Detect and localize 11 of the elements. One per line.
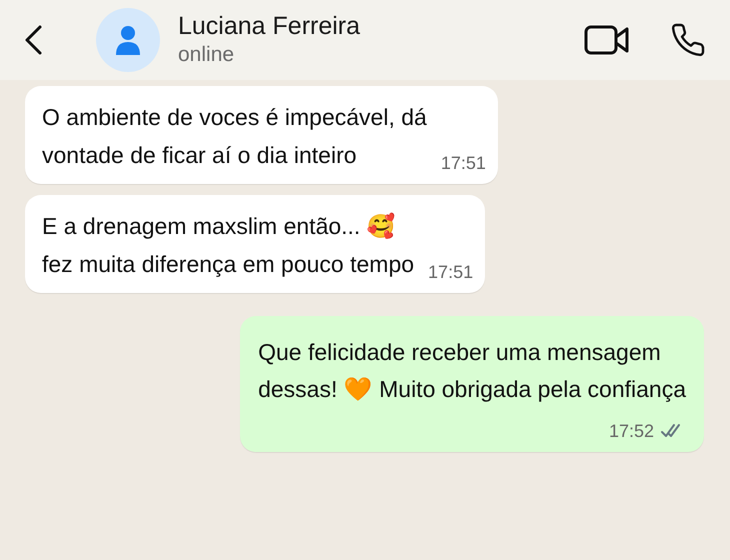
- video-call-button[interactable]: [584, 24, 630, 56]
- phone-call-button[interactable]: [670, 22, 706, 58]
- contact-status: online: [178, 42, 236, 68]
- message-text: O ambiente de voces é impecável, dá vontade de ficar aí o dia inteiro: [42, 103, 427, 170]
- message-time: 17:51: [428, 261, 474, 283]
- person-icon: [114, 25, 142, 55]
- message-time: 17:52: [608, 420, 654, 442]
- message-time: 17:51: [440, 152, 486, 174]
- message-text: E a drenagem maxslim então... 🥰 fez muita diferença em pouco tempo: [42, 212, 414, 279]
- contact-name: Luciana Ferreira: [178, 11, 362, 41]
- message-text: Que felicidade receber uma mensagem dessas! 🧡 Muito obrigada pela confiança: [258, 338, 686, 404]
